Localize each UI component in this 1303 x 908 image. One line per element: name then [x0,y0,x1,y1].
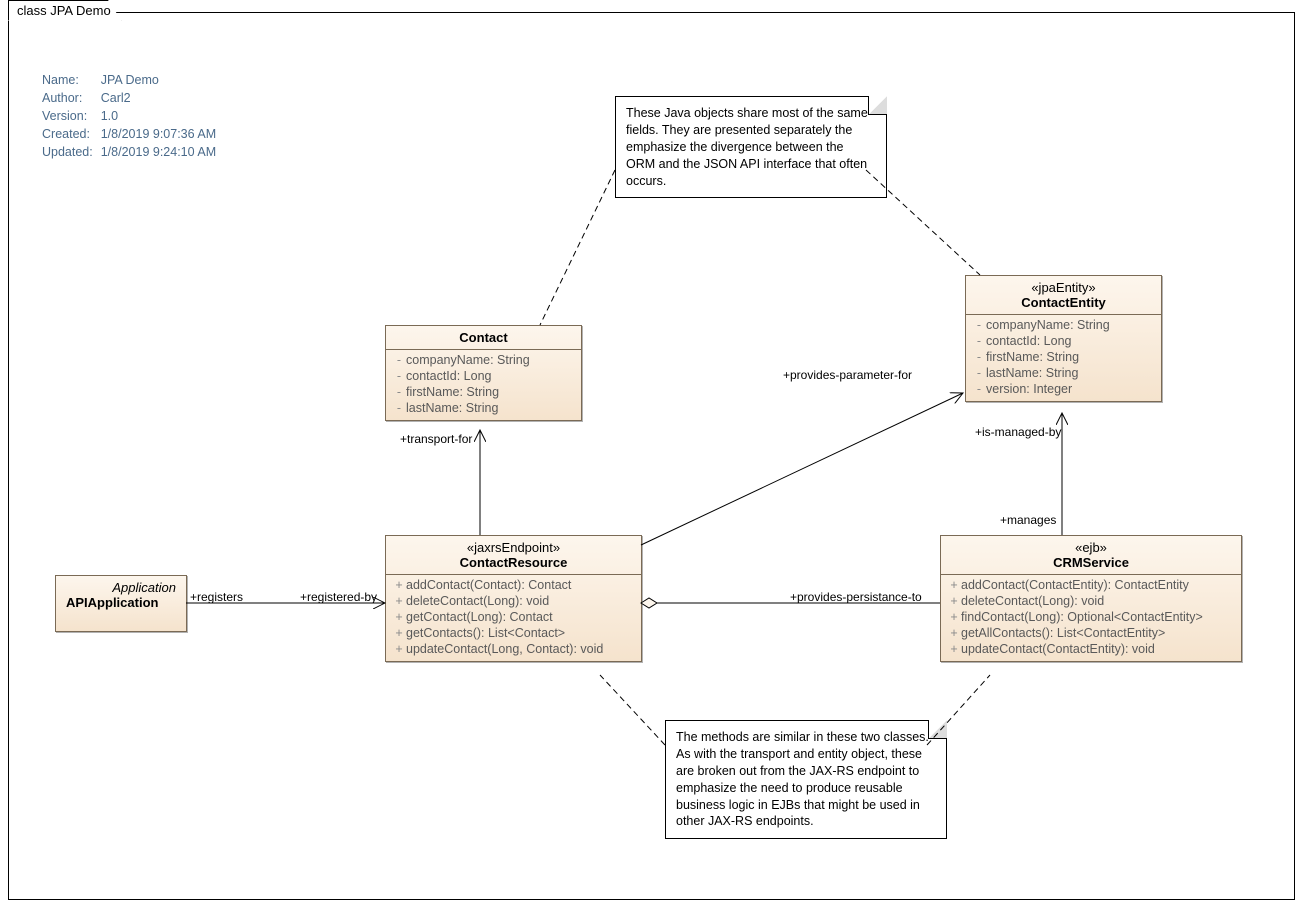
op: updateContact(Long, Contact): void [406,642,603,656]
op: deleteContact(Long): void [406,594,549,608]
attr: contactId: Long [406,369,491,383]
assoc-label-provides-persistance-to: +provides-persistance-to [790,590,922,604]
attr: companyName: String [406,353,530,367]
op: getAllContacts(): List<ContactEntity> [961,626,1165,640]
meta-author-val: Carl2 [101,90,222,106]
assoc-label-transport-for: +transport-for [400,432,472,446]
stereotype: «ejb» [947,540,1235,555]
frame-tab: class JPA Demo [8,0,122,21]
meta-name-val: JPA Demo [101,72,222,88]
class-contact-resource-ops: +addContact(Contact): Contact +deleteCon… [386,575,641,661]
note-similar-methods-text: The methods are similar in these two cla… [676,730,929,828]
class-contact-entity-name: ContactEntity [1021,295,1106,310]
meta-author-key: Author: [42,90,99,106]
op: addContact(Contact): Contact [406,578,571,592]
op: deleteContact(Long): void [961,594,1104,608]
assoc-label-registers: +registers [190,590,243,604]
meta-created-key: Created: [42,126,99,142]
meta-created-val: 1/8/2019 9:07:36 AM [101,126,222,142]
diagram-canvas: class JPA Demo Name:JPA Demo Author:Carl… [0,0,1303,908]
class-contact-entity[interactable]: «jpaEntity»ContactEntity -companyName: S… [965,275,1162,402]
diagram-metadata: Name:JPA Demo Author:Carl2 Version:1.0 C… [40,70,224,162]
class-contact-attrs: -companyName: String -contactId: Long -f… [386,350,581,420]
attr: companyName: String [986,318,1110,332]
class-crm-service-name: CRMService [1053,555,1129,570]
assoc-label-provides-parameter-for: +provides-parameter-for [783,368,912,382]
meta-updated-val: 1/8/2019 9:24:10 AM [101,144,222,160]
class-api-application-name: APIApplication [62,595,180,610]
class-contact[interactable]: Contact -companyName: String -contactId:… [385,325,582,421]
meta-name-key: Name: [42,72,99,88]
op: getContacts(): List<Contact> [406,626,565,640]
attr: firstName: String [406,385,499,399]
note-similar-methods: The methods are similar in these two cla… [665,720,947,839]
class-crm-service-ops: +addContact(ContactEntity): ContactEntit… [941,575,1241,661]
op: updateContact(ContactEntity): void [961,642,1155,656]
class-contact-entity-attrs: -companyName: String -contactId: Long -f… [966,315,1161,401]
assoc-label-is-managed-by: +is-managed-by [975,425,1061,439]
frame-title: class JPA Demo [17,3,111,18]
class-contact-resource-name: ContactResource [460,555,568,570]
op: findContact(Long): Optional<ContactEntit… [961,610,1203,624]
meta-version-val: 1.0 [101,108,222,124]
class-contact-resource[interactable]: «jaxrsEndpoint»ContactResource +addConta… [385,535,642,662]
class-crm-service[interactable]: «ejb»CRMService +addContact(ContactEntit… [940,535,1242,662]
note-fold-icon [868,96,887,115]
attr: firstName: String [986,350,1079,364]
attr: lastName: String [406,401,498,415]
stereotype: «jaxrsEndpoint» [392,540,635,555]
attr: contactId: Long [986,334,1071,348]
class-api-application[interactable]: ApplicationAPIApplication [55,575,187,632]
stereotype: «jpaEntity» [972,280,1155,295]
meta-updated-key: Updated: [42,144,99,160]
attr: version: Integer [986,382,1072,396]
note-shared-fields: These Java objects share most of the sam… [615,96,887,198]
note-shared-fields-text: These Java objects share most of the sam… [626,106,868,188]
note-fold-icon [928,720,947,739]
attr: lastName: String [986,366,1078,380]
assoc-label-manages: +manages [1000,513,1056,527]
class-contact-name: Contact [459,330,507,345]
meta-version-key: Version: [42,108,99,124]
op: getContact(Long): Contact [406,610,553,624]
assoc-label-registered-by: +registered-by [300,590,377,604]
op: addContact(ContactEntity): ContactEntity [961,578,1189,592]
stereotype: Application [62,580,180,595]
